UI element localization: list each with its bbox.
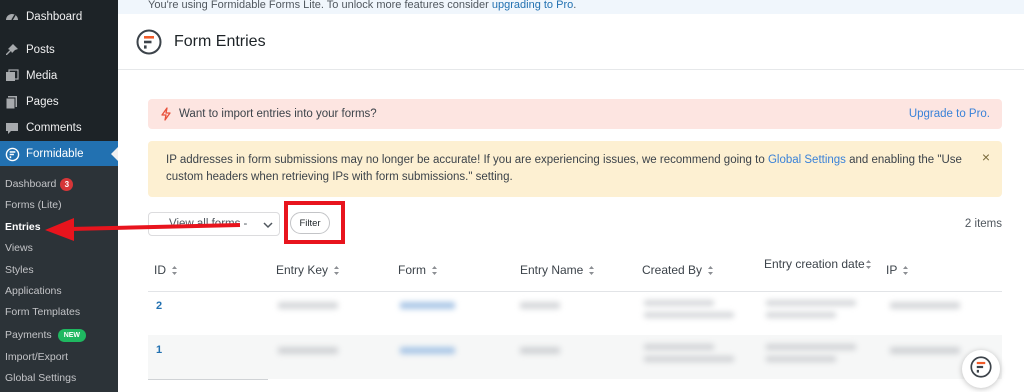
dashboard-icon — [3, 9, 21, 25]
menu-item-dashboard[interactable]: Dashboard — [0, 4, 118, 30]
formidable-submenu: Dashboard 3 Forms (Lite) Entries Views S… — [0, 166, 118, 392]
menu-item-posts[interactable]: Posts — [0, 37, 118, 63]
table-row[interactable]: 2 — [148, 292, 1002, 335]
submenu-payments[interactable]: Payments NEW — [5, 325, 87, 345]
upgrade-to-pro-link[interactable]: Upgrade to Pro. — [909, 108, 990, 120]
bolt-icon — [160, 107, 172, 121]
column-header-ip[interactable]: IP — [886, 263, 909, 277]
menu-item-formidable[interactable]: Formidable — [0, 141, 118, 167]
blurred-cell — [520, 347, 560, 354]
blurred-cell — [400, 347, 455, 354]
blurred-cell — [644, 300, 714, 306]
form-select-value: View all forms - — [169, 218, 248, 230]
sort-icon — [333, 265, 340, 276]
blurred-cell — [890, 302, 960, 309]
column-header-entry-name[interactable]: Entry Name — [520, 263, 595, 277]
submenu-global-settings[interactable]: Global Settings — [5, 368, 76, 388]
page-title: Form Entries — [174, 32, 266, 50]
media-icon — [3, 68, 21, 84]
menu-label: Formidable — [26, 148, 84, 160]
menu-label: Posts — [26, 44, 55, 56]
submenu-forms-lite[interactable]: Forms (Lite) — [5, 195, 62, 215]
menu-label: Pages — [26, 96, 59, 108]
count-badge: 3 — [60, 177, 74, 191]
sort-icon — [707, 265, 714, 276]
column-header-form[interactable]: Form — [398, 263, 438, 277]
blurred-cell — [644, 356, 734, 362]
menu-label: Dashboard — [26, 11, 83, 23]
column-header-entry-creation-date[interactable]: Entry creation date — [764, 257, 879, 271]
sort-icon — [902, 265, 909, 276]
page-header: Form Entries — [118, 14, 1024, 70]
blurred-cell — [520, 302, 560, 309]
import-notice-text: Want to import entries into your forms? — [179, 108, 377, 120]
column-header-created-by[interactable]: Created By — [642, 263, 714, 277]
highlight-box — [284, 201, 345, 244]
menu-item-comments[interactable]: Comments — [0, 115, 118, 141]
blurred-cell — [766, 300, 856, 306]
sort-icon — [588, 265, 595, 276]
new-badge: NEW — [57, 328, 87, 342]
submenu-import-export[interactable]: Import/Export — [5, 347, 68, 367]
form-select-dropdown[interactable]: View all forms - — [148, 212, 280, 236]
menu-item-pages[interactable]: Pages — [0, 89, 118, 115]
items-count: 2 items — [964, 218, 1002, 230]
formidable-icon — [3, 146, 21, 162]
table-row[interactable]: 1 — [148, 335, 1002, 379]
formidable-logo-icon — [970, 355, 992, 383]
blurred-cell — [766, 312, 836, 318]
submenu-form-templates[interactable]: Form Templates — [5, 302, 80, 322]
comments-icon — [3, 120, 21, 136]
table-bottom-line — [148, 379, 268, 380]
blurred-cell — [278, 302, 338, 309]
chevron-down-icon — [263, 220, 273, 232]
help-button[interactable] — [962, 350, 1000, 388]
sort-icon — [171, 265, 178, 276]
submenu-entries[interactable]: Entries — [5, 217, 41, 237]
menu-label: Comments — [26, 122, 82, 134]
submenu-applications[interactable]: Applications — [5, 281, 62, 301]
menu-item-media[interactable]: Media — [0, 63, 118, 89]
sort-icon — [431, 265, 438, 276]
pages-icon — [3, 94, 21, 110]
submenu-styles[interactable]: Styles — [5, 260, 34, 280]
ip-warning-notice: IP addresses in form submissions may no … — [148, 141, 1002, 197]
submenu-views[interactable]: Views — [5, 238, 33, 258]
entry-id-link[interactable]: 2 — [156, 300, 162, 312]
blurred-cell — [766, 344, 856, 350]
sort-icon — [865, 259, 872, 270]
blurred-cell — [644, 344, 714, 350]
lite-banner: You're using Formidable Forms Lite. To u… — [118, 0, 1024, 14]
import-notice: Want to import entries into your forms? … — [148, 99, 1002, 129]
submenu-dashboard[interactable]: Dashboard 3 — [5, 174, 74, 194]
blurred-cell — [644, 312, 734, 318]
blurred-cell — [278, 347, 338, 354]
formidable-logo-icon — [136, 29, 162, 55]
close-icon[interactable]: × — [982, 149, 990, 166]
entry-id-link[interactable]: 1 — [156, 344, 162, 356]
main-content: You're using Formidable Forms Lite. To u… — [118, 0, 1024, 392]
column-header-id[interactable]: ID — [154, 263, 178, 277]
blurred-cell — [400, 302, 455, 309]
column-header-entry-key[interactable]: Entry Key — [276, 263, 340, 277]
blurred-cell — [766, 356, 836, 362]
admin-sidebar: Dashboard Posts Media Pages Comments For… — [0, 0, 118, 392]
global-settings-link[interactable]: Global Settings — [768, 154, 846, 166]
upgrade-link[interactable]: upgrading to Pro — [492, 0, 573, 11]
pin-icon — [3, 42, 21, 58]
blurred-cell — [890, 347, 960, 354]
menu-label: Media — [26, 70, 58, 82]
